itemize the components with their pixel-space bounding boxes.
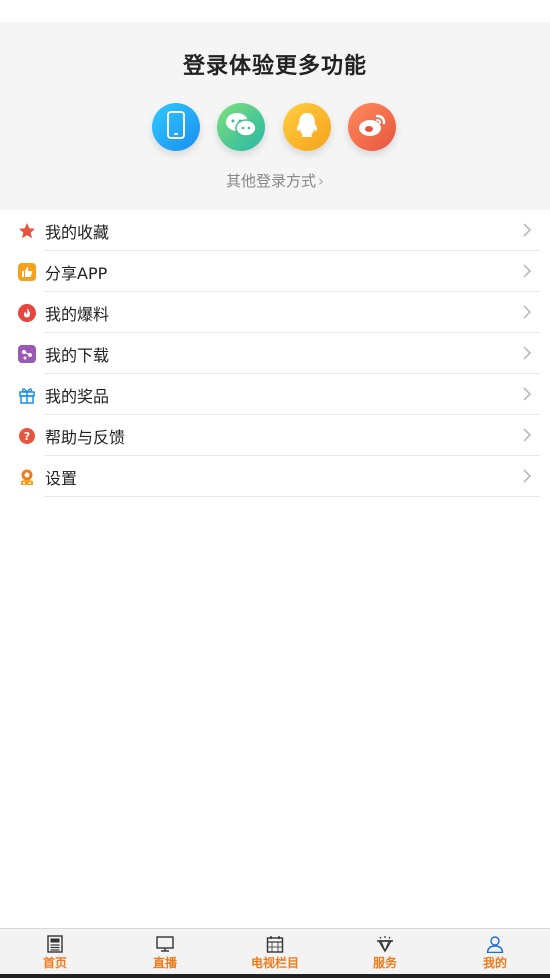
tab-label: 我的 (482, 956, 507, 970)
login-methods (0, 103, 550, 153)
system-nav-bar (0, 974, 550, 978)
chevron-right-icon (520, 222, 534, 238)
bottom-tab-bar: 首页 直播 电视栏目 服务 我的 (0, 928, 550, 978)
weibo-login-button[interactable] (348, 103, 396, 151)
download-icon (17, 344, 37, 364)
svg-text:?: ? (24, 430, 30, 443)
weibo-icon (357, 112, 387, 142)
phone-login-button[interactable] (152, 103, 200, 151)
menu-item-downloads[interactable]: 我的下载 (0, 333, 550, 374)
qq-icon (295, 111, 319, 143)
chevron-right-icon (520, 345, 534, 361)
menu-item-prizes[interactable]: 我的奖品 (0, 374, 550, 415)
chevron-right-icon: › (318, 172, 324, 190)
menu-item-label: 我的爆料 (45, 304, 110, 324)
menu-item-share-app[interactable]: 分享APP (0, 251, 550, 292)
menu-item-label: 我的收藏 (45, 222, 110, 242)
chevron-right-icon (520, 386, 534, 402)
chevron-right-icon (520, 304, 534, 320)
tab-home[interactable]: 首页 (0, 929, 110, 975)
login-title: 登录体验更多功能 (182, 54, 367, 79)
other-login-link[interactable]: 其他登录方式 › (0, 170, 550, 191)
chevron-right-icon (520, 468, 534, 484)
phone-icon (166, 111, 186, 143)
gift-icon (17, 385, 37, 405)
menu-item-favorites[interactable]: 我的收藏 (0, 210, 550, 251)
menu-item-label: 我的奖品 (45, 386, 110, 406)
tab-label: 服务 (372, 956, 397, 970)
menu-item-label: 设置 (45, 468, 78, 488)
menu-item-label: 帮助与反馈 (45, 427, 126, 447)
flame-icon (17, 303, 37, 323)
help-icon: ? (17, 426, 37, 446)
other-login-label: 其他登录方式 (225, 172, 316, 190)
chevron-right-icon (520, 263, 534, 279)
tab-label: 电视栏目 (250, 956, 299, 970)
menu-list: 我的收藏 分享APP 我的爆料 我的下载 我的奖品 ? 帮助与反馈 设置 (0, 210, 550, 497)
qq-login-button[interactable] (283, 103, 331, 151)
chevron-right-icon (520, 427, 534, 443)
tab-services[interactable]: 服务 (330, 929, 440, 975)
settings-icon (17, 467, 37, 487)
menu-item-label: 分享APP (45, 263, 108, 283)
star-icon (17, 221, 37, 241)
wechat-login-button[interactable] (217, 103, 265, 151)
login-panel: 登录体验更多功能 其他登录方式 › (0, 22, 550, 210)
news-icon (44, 935, 66, 953)
menu-item-tipoff[interactable]: 我的爆料 (0, 292, 550, 333)
menu-item-help-feedback[interactable]: ? 帮助与反馈 (0, 415, 550, 456)
menu-item-label: 我的下载 (45, 345, 110, 365)
thumbs-up-icon (17, 262, 37, 282)
tab-label: 首页 (42, 956, 67, 970)
menu-item-settings[interactable]: 设置 (0, 456, 550, 497)
calendar-icon (264, 935, 286, 953)
user-icon (484, 935, 506, 953)
tab-mine[interactable]: 我的 (440, 929, 550, 975)
tab-live[interactable]: 直播 (110, 929, 220, 975)
tab-tv-programs[interactable]: 电视栏目 (220, 929, 330, 975)
wechat-icon (225, 112, 257, 142)
tv-icon (154, 935, 176, 953)
diamond-icon (374, 935, 396, 953)
divider (44, 496, 540, 497)
tab-label: 直播 (152, 956, 177, 970)
